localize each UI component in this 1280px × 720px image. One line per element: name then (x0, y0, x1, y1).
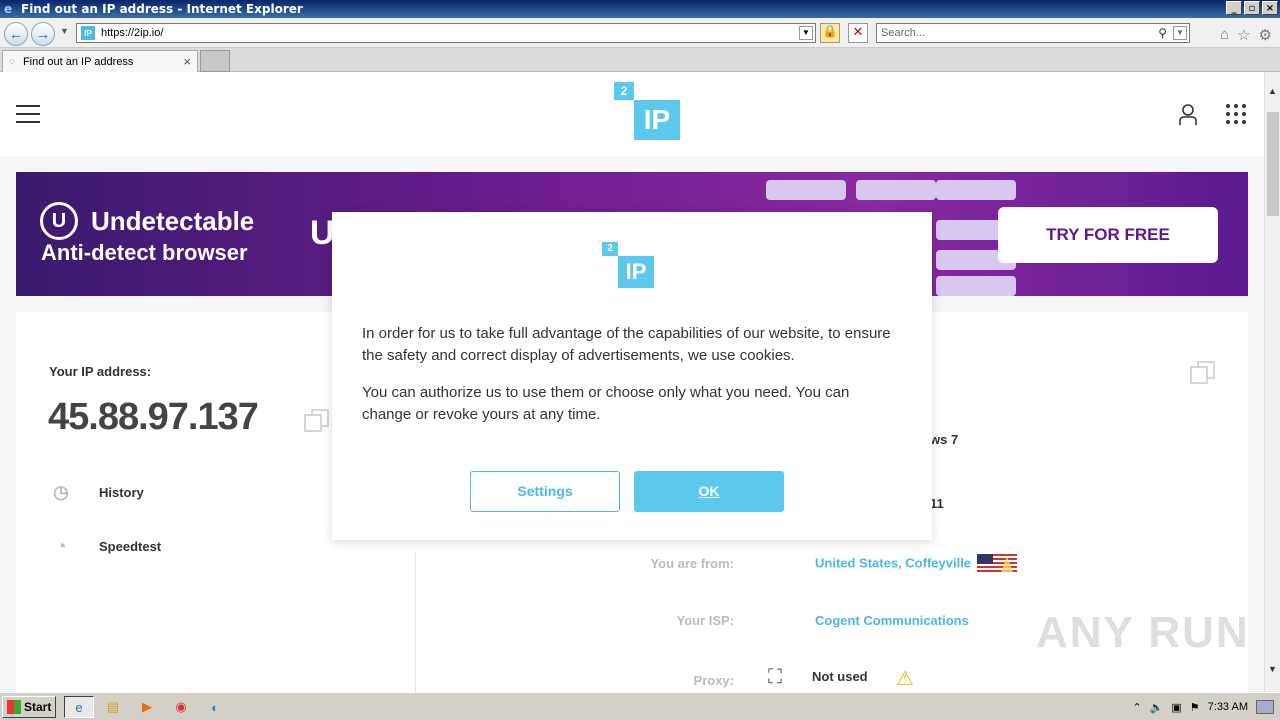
anyrun-watermark: ANY RUN (1036, 608, 1250, 657)
tab-ip-address[interactable]: ◌ Find out an IP address × (2, 50, 198, 72)
search-placeholder: Search... (881, 27, 926, 39)
favorites-star-icon[interactable]: ☆ (1237, 26, 1250, 44)
os-value-partial: ws 7 (930, 432, 959, 447)
ie-icon: e (4, 2, 13, 16)
start-button[interactable]: Start (2, 696, 56, 718)
site-logo[interactable]: 2 IP (614, 82, 680, 142)
scroll-up-icon[interactable]: ▲ (1268, 86, 1277, 96)
taskbar-chrome-icon[interactable]: ◉ (166, 696, 196, 718)
scroll-thumb[interactable] (1267, 112, 1279, 216)
address-dropdown-icon[interactable]: ▼ (799, 26, 813, 40)
forward-arrow-icon: → (36, 26, 50, 42)
close-window-button[interactable]: × (1262, 1, 1278, 15)
us-flag-icon (976, 554, 1017, 574)
url-text: https://2ip.io/ (101, 27, 164, 39)
from-row: United States, Coffeyville (815, 554, 1017, 574)
warning-icon: ⚠ (896, 668, 914, 690)
back-arrow-icon: ← (9, 26, 23, 42)
copy-ip-icon[interactable] (304, 408, 330, 434)
restore-button[interactable]: ▫ (1244, 1, 1260, 15)
minimize-button[interactable]: _ (1226, 1, 1242, 15)
logo-ip: IP (634, 100, 680, 140)
network-icon: ⛶ (768, 666, 782, 688)
taskbar-explorer-icon[interactable]: ▤ (98, 696, 128, 718)
loading-icon: ◌ (9, 56, 15, 67)
modal-logo-two: 2 (602, 242, 618, 256)
tab-label: Find out an IP address (22, 55, 134, 68)
site-favicon: IP (81, 26, 95, 40)
tab-bar: ◌ Find out an IP address × (0, 48, 1280, 72)
cookie-text-2: You can authorize us to use them or choo… (362, 384, 850, 423)
back-button[interactable]: ← (4, 22, 28, 46)
undetectable-logo-icon: U (40, 202, 78, 240)
flag-tray-icon[interactable]: ⚑ (1190, 701, 1200, 714)
copy-info-icon[interactable] (1190, 360, 1216, 386)
clock[interactable]: 7:33 AM (1208, 701, 1248, 713)
address-bar[interactable]: IP https://2ip.io/ ▼ (76, 23, 816, 43)
isp-value[interactable]: Cogent Communications (815, 613, 969, 628)
taskbar-edge-icon[interactable]: ◐ (200, 696, 230, 718)
forward-button[interactable]: → (31, 22, 55, 46)
proxy-label: Proxy: (693, 673, 734, 688)
new-tab-button[interactable] (200, 50, 230, 72)
try-for-free-button[interactable]: TRY FOR FREE (998, 207, 1218, 263)
menu-icon[interactable] (16, 105, 40, 123)
system-tray: ⌃ 🔈 ▣ ⚑ 7:33 AM (1132, 696, 1280, 718)
ok-button[interactable]: OK (634, 471, 784, 512)
taskbar-media-icon[interactable]: ▶ (132, 696, 162, 718)
banner-title: Undetectable (91, 206, 255, 236)
from-label: You are from: (650, 556, 734, 571)
speedtest-label: Speedtest (99, 538, 162, 554)
site-header: 2 IP (0, 72, 1264, 156)
show-desktop-icon[interactable] (1256, 700, 1274, 714)
banner-subtitle: Anti-detect browser (41, 240, 248, 265)
windows-logo-icon (7, 700, 21, 714)
scroll-down-icon[interactable]: ▼ (1268, 664, 1277, 674)
network-tray-icon[interactable]: ▣ (1171, 701, 1181, 714)
history-icon: ◷ (53, 482, 69, 502)
ip-value: 45.88.97.137 (48, 396, 259, 438)
modal-logo-ip: IP (618, 256, 654, 288)
volume-icon[interactable]: 🔈 (1150, 701, 1164, 714)
tray-expand-icon[interactable]: ⌃ (1132, 701, 1141, 714)
speedtest-link[interactable]: ◔ Speedtest (49, 534, 162, 558)
cookie-text-1: In order for us to take full advantage o… (362, 325, 891, 364)
proxy-value: Not used (812, 669, 868, 684)
search-input[interactable]: Search... ⚲ ▼ (876, 23, 1190, 43)
window-titlebar: e Find out an IP address - Internet Expl… (0, 0, 1280, 18)
speedtest-icon: ◔ (55, 536, 67, 556)
ip-label: Your IP address: (49, 364, 152, 379)
search-icon[interactable]: ⚲ (1158, 26, 1167, 40)
taskbar: Start e ▤ ▶ ◉ ◐ ⌃ 🔈 ▣ ⚑ 7:33 AM (0, 692, 1280, 720)
history-dropdown-icon[interactable]: ▼ (60, 26, 69, 36)
taskbar-ie-icon[interactable]: e (64, 696, 94, 718)
logo-two: 2 (614, 82, 634, 100)
settings-gear-icon[interactable]: ⚙ (1259, 26, 1272, 44)
stop-button[interactable]: ✕ (848, 23, 868, 43)
column-divider (415, 552, 416, 692)
from-value[interactable]: United States, Coffeyville (815, 555, 971, 570)
window-controls: _ ▫ × (1226, 1, 1278, 15)
lock-icon[interactable]: 🔒 (820, 23, 840, 43)
apps-grid-icon[interactable] (1226, 104, 1246, 124)
search-dropdown-icon[interactable]: ▼ (1173, 26, 1187, 40)
history-label: History (99, 484, 144, 500)
banner-partial-text: U (310, 214, 335, 252)
user-icon[interactable] (1178, 104, 1198, 126)
cookie-consent-modal: 2 IP In order for us to take full advant… (332, 212, 932, 540)
vertical-scrollbar[interactable]: ▲ ▼ (1264, 72, 1280, 692)
settings-button[interactable]: Settings (470, 471, 620, 512)
isp-label: Your ISP: (676, 613, 734, 628)
start-label: Start (24, 700, 52, 714)
history-link[interactable]: ◷ History (49, 480, 144, 504)
window-title: Find out an IP address - Internet Explor… (21, 2, 303, 16)
browser-toolbar: ← → ▼ IP https://2ip.io/ ▼ 🔒 ✕ Search...… (0, 18, 1280, 48)
page-content: 2 IP U Undetectable Anti-detect browser … (0, 72, 1264, 692)
home-icon[interactable]: ⌂ (1220, 26, 1229, 44)
toolbar-icons: ⌂ ☆ ⚙ (1220, 26, 1272, 44)
close-tab-icon[interactable]: × (183, 54, 191, 69)
browser-value-partial: 11 (930, 496, 944, 511)
modal-logo: 2 IP (602, 242, 654, 288)
